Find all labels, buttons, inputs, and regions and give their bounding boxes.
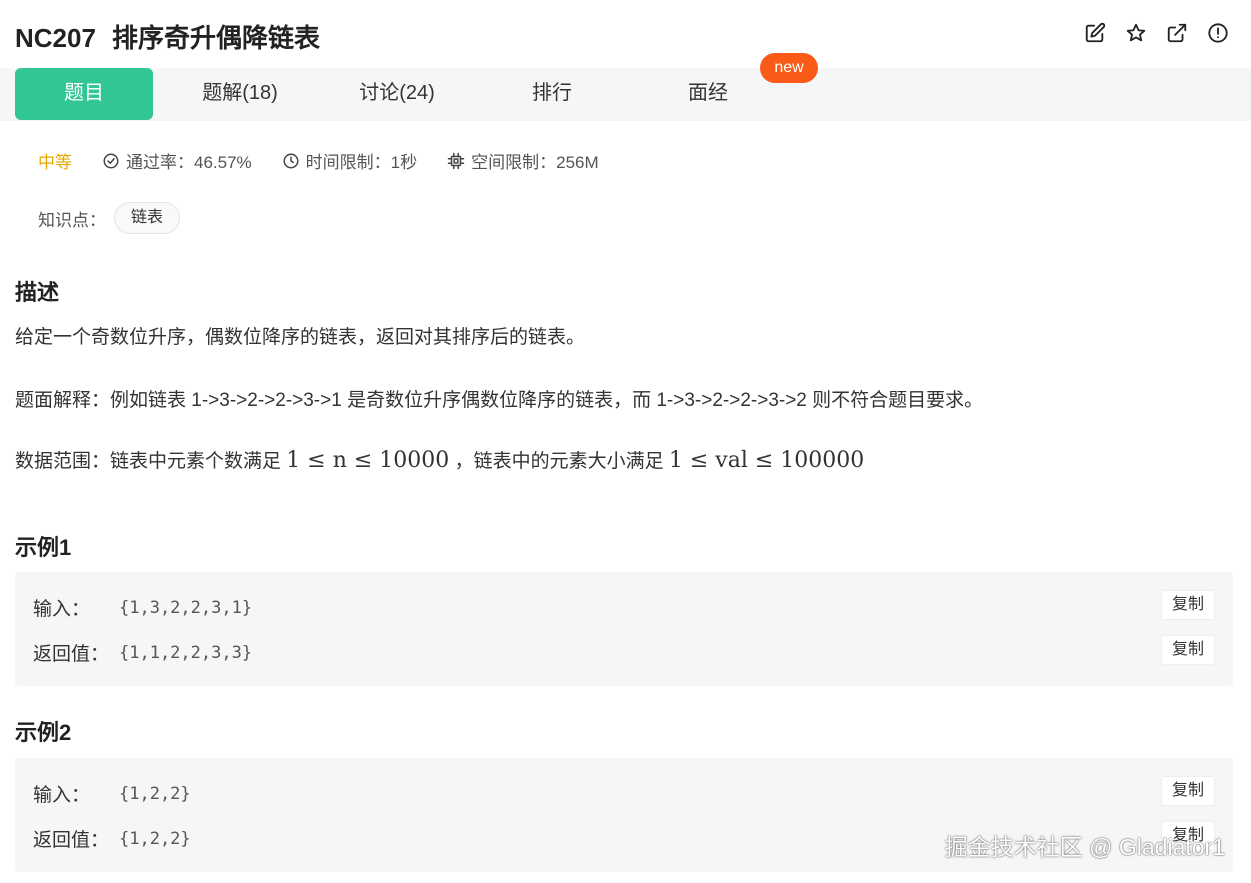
tab-problem[interactable]: 题目 xyxy=(15,68,153,120)
example-1-box: 输入： {1,3,2,2,3,1} 复制 返回值： {1,1,2,2,3,3} … xyxy=(15,572,1233,686)
example-2-output-row: 返回值： {1,2,2} xyxy=(33,825,191,852)
knowledge-tag[interactable]: 链表 xyxy=(114,202,181,234)
chip-icon xyxy=(447,152,465,169)
example-2-heading: 示例2 xyxy=(15,720,72,745)
problem-code: NC207 xyxy=(15,23,96,53)
tab-solutions[interactable]: 题解(18) xyxy=(170,68,310,120)
example-2-input-row: 输入： {1,2,2} xyxy=(33,780,191,807)
example-1-output: {1,1,2,2,3,3} xyxy=(119,642,253,663)
example-1-heading: 示例1 xyxy=(15,535,72,560)
tab-bar: 题目 题解(18) 讨论(24) 排行 面经 xyxy=(0,68,1251,121)
description-heading: 描述 xyxy=(15,280,60,305)
difficulty-label: 中等 xyxy=(38,153,72,172)
watermark: 掘金技术社区 @ Gladiator1 xyxy=(944,834,1225,860)
copy-input-button[interactable]: 复制 xyxy=(1161,776,1215,806)
data-range-math-1: 1 ≤ n ≤ 10000 xyxy=(286,448,450,473)
share-icon[interactable] xyxy=(1166,22,1188,44)
example-2-output: {1,2,2} xyxy=(119,828,191,849)
knowledge-label: 知识点： xyxy=(38,210,106,230)
input-label: 输入： xyxy=(33,599,91,620)
problem-header: NC207 排序奇升偶降链表 xyxy=(0,0,1251,68)
data-range-mid: ，链表中的元素大小满足 xyxy=(454,451,664,472)
tab-discussion[interactable]: 讨论(24) xyxy=(327,68,467,120)
data-range: 数据范围：链表中元素个数满足 1 ≤ n ≤ 10000 ，链表中的元素大小满足… xyxy=(15,446,864,473)
copy-input-button[interactable]: 复制 xyxy=(1161,590,1215,620)
example-1-input-row: 输入： {1,3,2,2,3,1} xyxy=(33,594,252,621)
star-icon[interactable] xyxy=(1125,22,1147,44)
input-label: 输入： xyxy=(33,785,91,806)
edit-icon[interactable] xyxy=(1084,22,1106,44)
example-1-output-row: 返回值： {1,1,2,2,3,3} xyxy=(33,639,252,666)
tab-interview[interactable]: 面经 xyxy=(638,68,778,120)
space-limit-text: 空间限制：256M xyxy=(471,153,599,172)
description-line-2: 题面解释：例如链表 1->3->2->2->3->1 是奇数位升序偶数位降序的链… xyxy=(15,390,984,411)
pass-rate-text: 通过率：46.57% xyxy=(126,153,252,172)
report-icon[interactable] xyxy=(1207,22,1229,44)
header-actions xyxy=(1084,22,1229,44)
example-1-input: {1,3,2,2,3,1} xyxy=(119,597,253,618)
problem-title: 排序奇升偶降链表 xyxy=(111,23,320,53)
time-limit-text: 时间限制：1秒 xyxy=(305,153,418,172)
problem-meta: 中等 通过率：46.57% 时间限制：1秒 空间限制：256M xyxy=(38,148,629,173)
page-title: NC207 排序奇升偶降链表 xyxy=(15,18,320,55)
check-circle-icon xyxy=(103,153,119,168)
knowledge-points: 知识点： 链表 xyxy=(38,202,181,234)
clock-icon xyxy=(283,153,299,168)
data-range-prefix: 数据范围：链表中元素个数满足 xyxy=(15,451,282,472)
new-badge: new xyxy=(760,53,818,83)
output-label: 返回值： xyxy=(33,644,110,665)
pass-rate: 通过率：46.57% xyxy=(102,148,252,173)
data-range-math-2: 1 ≤ val ≤ 100000 xyxy=(668,448,865,473)
copy-output-button[interactable]: 复制 xyxy=(1161,635,1215,665)
tab-ranking[interactable]: 排行 xyxy=(482,68,622,120)
space-limit: 空间限制：256M xyxy=(447,148,599,173)
example-2-input: {1,2,2} xyxy=(119,783,191,804)
time-limit: 时间限制：1秒 xyxy=(282,148,417,173)
output-label: 返回值： xyxy=(33,830,110,851)
description-line-1: 给定一个奇数位升序，偶数位降序的链表，返回对其排序后的链表。 xyxy=(15,327,586,348)
